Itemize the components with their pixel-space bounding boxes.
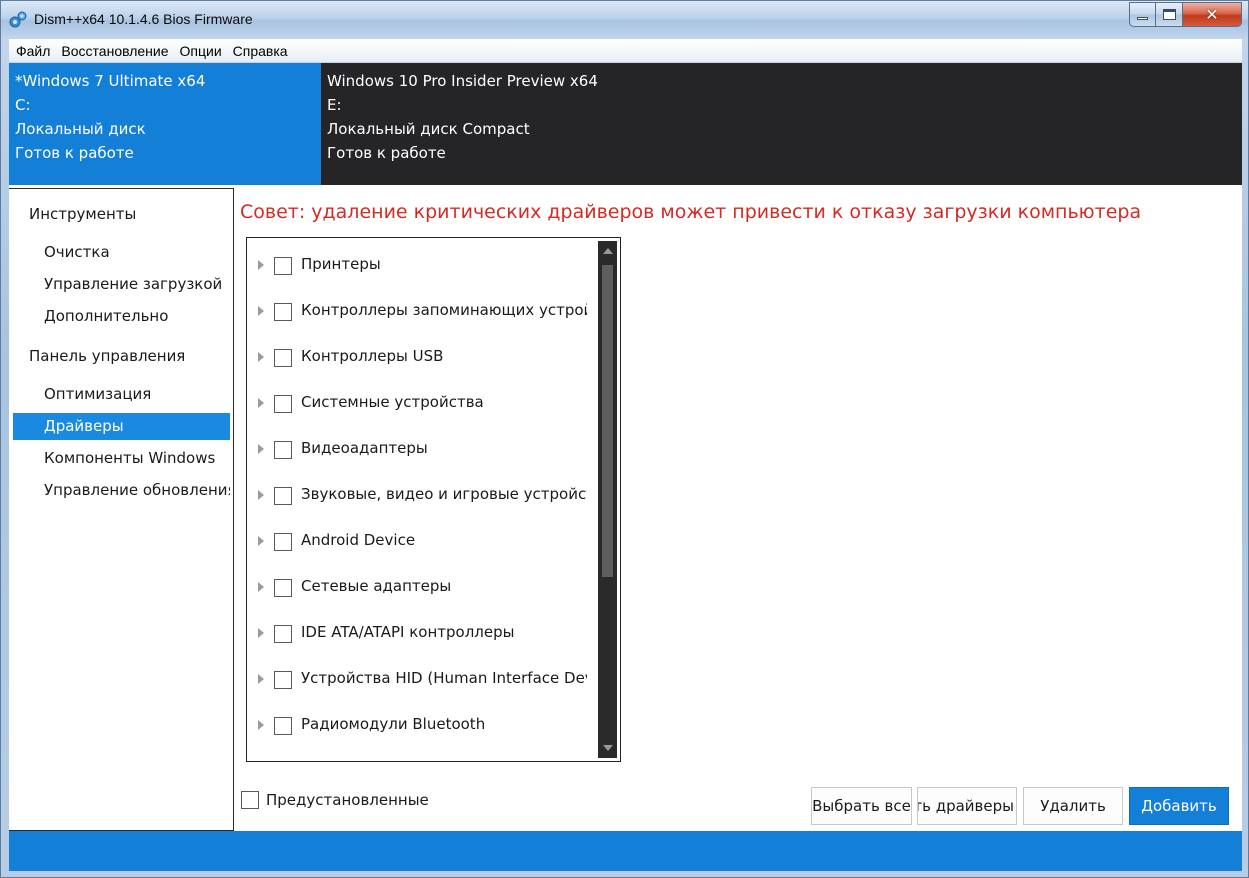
category-label: Звуковые, видео и игровые устройства (301, 485, 587, 503)
window-controls: ✕ (1129, 2, 1242, 27)
category-checkbox[interactable] (274, 487, 292, 505)
menu-options[interactable]: Опции (176, 43, 226, 59)
category-label: Видеоадаптеры (301, 439, 428, 457)
warning-tip: Совет: удаление критических драйверов мо… (240, 201, 1142, 223)
minimize-icon (1137, 17, 1148, 20)
list-item[interactable]: Контроллеры запоминающих устройств (247, 296, 597, 342)
category-checkbox[interactable] (274, 717, 292, 735)
category-label: Устройства HID (Human Interface Devices) (301, 669, 587, 687)
sidebar-item-advanced[interactable]: Дополнительно (13, 303, 230, 330)
category-label: Android Device (301, 531, 416, 549)
menu-help[interactable]: Справка (229, 43, 292, 59)
category-checkbox[interactable] (274, 303, 292, 321)
status-bar (9, 831, 1242, 871)
session-disk: Локальный диск Compact (327, 120, 530, 138)
session-drive: E: (327, 96, 342, 114)
expand-arrow-icon[interactable] (258, 444, 264, 454)
session-status: Готов к работе (15, 144, 134, 162)
minimize-button[interactable] (1129, 2, 1156, 27)
expand-arrow-icon[interactable] (258, 306, 264, 316)
expand-arrow-icon[interactable] (258, 536, 264, 546)
session-os-name: *Windows 7 Ultimate x64 (15, 72, 206, 90)
category-checkbox[interactable] (274, 625, 292, 643)
category-checkbox[interactable] (274, 579, 292, 597)
client-area: *Windows 7 Ultimate x64 C: Локальный дис… (9, 63, 1242, 871)
category-checkbox[interactable] (274, 257, 292, 275)
category-label: Контроллеры USB (301, 347, 444, 365)
sidebar: Инструменты Очистка Управление загрузкой… (9, 188, 234, 831)
app-window: Dism++x64 10.1.4.6 Bios Firmware ✕ Файл … (0, 0, 1249, 878)
scroll-up-icon[interactable] (603, 248, 613, 254)
category-label: Принтеры (301, 255, 381, 273)
category-label: Системные устройства (301, 393, 484, 411)
session-os-name: Windows 10 Pro Insider Preview x64 (327, 72, 598, 90)
window-title: Dism++x64 10.1.4.6 Bios Firmware (34, 11, 253, 27)
category-checkbox[interactable] (274, 671, 292, 689)
gear-cluster-icon (9, 11, 27, 28)
session-disk: Локальный диск (15, 120, 146, 138)
preinstalled-toggle[interactable]: Предустановленные (241, 789, 429, 811)
list-item[interactable]: Принтеры (247, 250, 597, 296)
list-item[interactable]: Видеоадаптеры (247, 434, 597, 480)
category-label: IDE ATA/ATAPI контроллеры (301, 623, 515, 641)
expand-arrow-icon[interactable] (258, 674, 264, 684)
menu-file[interactable]: Файл (12, 43, 54, 59)
maximize-button[interactable] (1156, 2, 1183, 27)
add-button[interactable]: Добавить (1129, 787, 1229, 825)
expand-arrow-icon[interactable] (258, 490, 264, 500)
sidebar-item-optimization[interactable]: Оптимизация (13, 381, 230, 408)
expand-arrow-icon[interactable] (258, 720, 264, 730)
sidebar-item-windows-features[interactable]: Компоненты Windows (13, 445, 230, 472)
list-item[interactable]: Системные устройства (247, 388, 597, 434)
preinstalled-checkbox[interactable] (241, 791, 259, 809)
expand-arrow-icon[interactable] (258, 352, 264, 362)
select-all-button[interactable]: Выбрать все (811, 787, 912, 825)
list-item[interactable]: Сетевые адаптеры (247, 572, 597, 618)
category-label: Контроллеры запоминающих устройств (301, 301, 587, 319)
session-card-active[interactable]: *Windows 7 Ultimate x64 C: Локальный дис… (9, 63, 321, 185)
expand-arrow-icon[interactable] (258, 628, 264, 638)
preinstalled-label: Предустановленные (266, 791, 429, 809)
session-card[interactable]: Windows 10 Pro Insider Preview x64 E: Ло… (321, 63, 1242, 185)
list-item[interactable]: Устройства HID (Human Interface Devices) (247, 664, 597, 710)
sidebar-group-control-panel: Панель управления (29, 347, 186, 365)
close-icon: ✕ (1205, 5, 1219, 24)
close-button[interactable]: ✕ (1183, 2, 1242, 27)
export-drivers-button[interactable]: Экспортировать драйверы (917, 787, 1017, 825)
menu-bar: Файл Восстановление Опции Справка (9, 39, 1242, 63)
list-item[interactable]: Звуковые, видео и игровые устройства (247, 480, 597, 526)
category-checkbox[interactable] (274, 395, 292, 413)
list-scrollbar[interactable] (598, 241, 617, 758)
category-checkbox[interactable] (274, 349, 292, 367)
category-checkbox[interactable] (274, 533, 292, 551)
sidebar-item-cleanup[interactable]: Очистка (13, 239, 230, 266)
sidebar-group-tools: Инструменты (29, 205, 137, 223)
delete-button[interactable]: Удалить (1023, 787, 1123, 825)
session-drive: C: (15, 96, 31, 114)
list-item[interactable]: Радиомодули Bluetooth (247, 710, 597, 756)
sidebar-item-drivers[interactable]: Драйверы (13, 413, 230, 440)
maximize-icon (1162, 9, 1176, 20)
driver-list[interactable]: Принтеры Контроллеры запоминающих устрой… (246, 237, 621, 762)
category-checkbox[interactable] (274, 441, 292, 459)
category-label: Сетевые адаптеры (301, 577, 452, 595)
menu-recovery[interactable]: Восстановление (57, 43, 172, 59)
scroll-down-icon[interactable] (603, 745, 613, 751)
list-item[interactable]: Android Device (247, 526, 597, 572)
scroll-thumb[interactable] (602, 265, 613, 577)
list-item[interactable]: Контроллеры USB (247, 342, 597, 388)
list-item[interactable]: IDE ATA/ATAPI контроллеры (247, 618, 597, 664)
expand-arrow-icon[interactable] (258, 398, 264, 408)
sidebar-item-update-management[interactable]: Управление обновления (13, 477, 230, 504)
expand-arrow-icon[interactable] (258, 582, 264, 592)
category-label: Радиомодули Bluetooth (301, 715, 486, 733)
title-bar[interactable]: Dism++x64 10.1.4.6 Bios Firmware ✕ (1, 1, 1248, 38)
session-status: Готов к работе (327, 144, 446, 162)
expand-arrow-icon[interactable] (258, 260, 264, 270)
sidebar-item-boot-manager[interactable]: Управление загрузкой (13, 271, 230, 298)
